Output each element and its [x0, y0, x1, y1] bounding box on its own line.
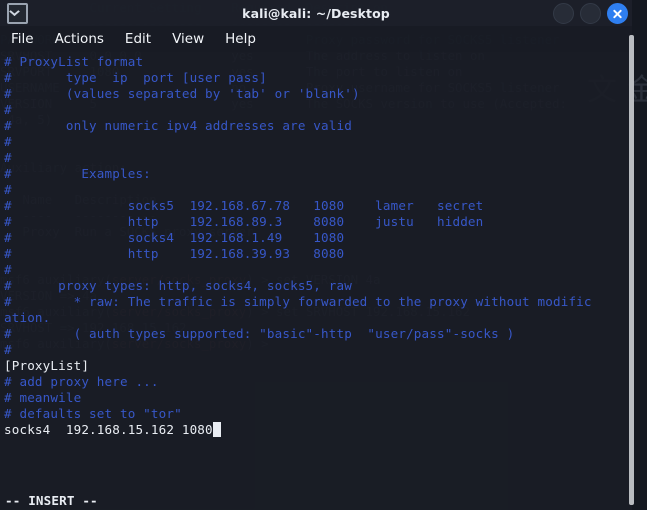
screen: Name Current Setting Required Descriptio… [0, 0, 647, 510]
vim-line: # ProxyList format [4, 54, 144, 69]
vim-status-line: -- INSERT -- 159,28 Bot [0, 474, 632, 508]
menu-bar: File Actions Edit View Help [0, 26, 632, 52]
vim-line: # socks4 192.168.1.49 1080 [4, 230, 345, 245]
vim-line: # add proxy here ... [4, 374, 159, 389]
menu-item-view[interactable]: View [172, 31, 204, 47]
window-title: kali@kali: ~/Desktop [242, 5, 390, 21]
vim-line: socks4 192.168.15.162 1080 [4, 422, 632, 438]
vim-line: # defaults set to "tor" [4, 406, 182, 421]
vim-line: # ( auth types supported: "basic"-http "… [4, 326, 515, 341]
vim-line: [ProxyList] [4, 358, 90, 373]
vim-line: # * raw: The traffic is simply forwarded… [4, 294, 592, 309]
vim-line: # [4, 134, 12, 149]
menu-item-actions[interactable]: Actions [55, 31, 104, 47]
vim-line: # proxy types: http, socks4, socks5, raw [4, 278, 352, 293]
close-button[interactable] [607, 3, 628, 24]
vim-line: # type ip port [user pass] [4, 70, 267, 85]
vim-line: # http 192.168.89.3 8080 justu hidden [4, 214, 484, 229]
minimize-button[interactable] [553, 3, 574, 24]
desktop-scrollbar[interactable] [629, 35, 634, 505]
vim-line: # meanwile [4, 390, 82, 405]
vim-line: # [4, 342, 12, 357]
vim-line: # [4, 102, 12, 117]
vim-line: ation. [4, 310, 51, 325]
vim-line: # (values separated by 'tab' or 'blank') [4, 86, 360, 101]
vim-mode-indicator: -- INSERT -- [5, 493, 98, 508]
vim-line: # [4, 262, 12, 277]
vim-line: # http 192.168.39.93 8080 [4, 246, 345, 261]
vim-editor[interactable]: # ProxyList format # type ip port [user p… [0, 52, 632, 510]
title-bar: kali@kali: ~/Desktop [0, 0, 632, 26]
menu-item-file[interactable]: File [11, 31, 34, 47]
menu-item-edit[interactable]: Edit [125, 31, 151, 47]
window-controls [553, 3, 628, 24]
vim-line: # only numeric ipv4 addresses are valid [4, 118, 352, 133]
terminal-window[interactable]: kali@kali: ~/Desktop File Actions Edit V… [0, 0, 632, 510]
menu-item-help[interactable]: Help [225, 31, 256, 47]
vim-line: # [4, 150, 12, 165]
maximize-button[interactable] [580, 3, 601, 24]
vim-line: # socks5 192.168.67.78 1080 lamer secret [4, 198, 484, 213]
vim-text-buffer[interactable]: # ProxyList format # type ip port [user p… [4, 54, 632, 438]
vim-line: # [4, 182, 12, 197]
vim-line: # Examples: [4, 166, 151, 181]
terminal-icon [7, 2, 28, 24]
